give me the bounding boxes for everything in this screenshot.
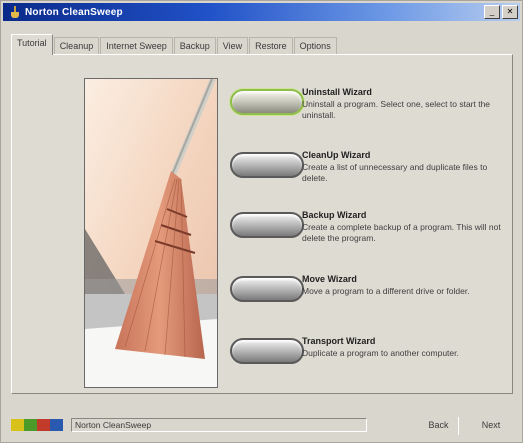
cleanup-wizard-title: CleanUp Wizard xyxy=(302,150,371,160)
move-wizard-description: Move a program to a different drive or f… xyxy=(302,286,470,296)
logo-block-3 xyxy=(37,419,50,431)
next-button[interactable]: Next xyxy=(469,417,513,435)
title-buttons: _ ✕ xyxy=(484,5,518,19)
tab-tutorial[interactable]: Tutorial xyxy=(11,34,53,55)
uninstall-wizard-button[interactable] xyxy=(230,89,304,115)
logo-block-1 xyxy=(11,419,24,431)
broom-icon xyxy=(85,79,217,387)
cleanup-wizard-button[interactable] xyxy=(230,152,304,178)
window-title: Norton CleanSweep xyxy=(25,6,123,18)
status-text: Norton CleanSweep xyxy=(71,418,367,432)
symantec-logo-icon xyxy=(11,419,63,431)
broom-app-icon xyxy=(9,6,21,18)
uninstall-wizard-description: Uninstall a program. Select one, select … xyxy=(302,99,491,120)
tab-backup[interactable]: Backup xyxy=(173,37,216,55)
status-bar: Norton CleanSweep Back Next xyxy=(9,417,516,435)
tab-restore[interactable]: Restore xyxy=(249,37,293,55)
tab-strip: Tutorial Cleanup Internet Sweep Backup V… xyxy=(11,34,338,55)
back-button[interactable]: Back xyxy=(419,417,459,435)
cleansweep-window: Norton CleanSweep _ ✕ Tutorial Cleanup I… xyxy=(0,0,523,443)
logo-block-2 xyxy=(24,419,37,431)
cleanup-wizard-description: Create a list of unnecessary and duplica… xyxy=(302,162,488,183)
transport-wizard-button[interactable] xyxy=(230,338,304,364)
uninstall-wizard-title: Uninstall Wizard xyxy=(302,87,372,97)
tab-cleanup[interactable]: Cleanup xyxy=(53,37,100,55)
transport-wizard-description: Duplicate a program to another computer. xyxy=(302,348,459,358)
backup-wizard-title: Backup Wizard xyxy=(302,210,367,220)
title-bar[interactable]: Norton CleanSweep _ ✕ xyxy=(3,3,520,21)
broom-illustration xyxy=(84,78,218,388)
transport-wizard-title: Transport Wizard xyxy=(302,336,376,346)
tutorial-panel: Uninstall Wizard Uninstall a program. Se… xyxy=(11,54,513,394)
logo-block-4 xyxy=(50,419,63,431)
tab-view[interactable]: View xyxy=(216,37,249,55)
close-button[interactable]: ✕ xyxy=(502,5,518,19)
backup-wizard-description: Create a complete backup of a program. T… xyxy=(302,222,501,243)
backup-wizard-button[interactable] xyxy=(230,212,304,238)
tab-internet-sweep[interactable]: Internet Sweep xyxy=(100,37,173,55)
tab-options[interactable]: Options xyxy=(293,37,337,55)
minimize-button[interactable]: _ xyxy=(484,5,500,19)
move-wizard-button[interactable] xyxy=(230,276,304,302)
move-wizard-title: Move Wizard xyxy=(302,274,357,284)
